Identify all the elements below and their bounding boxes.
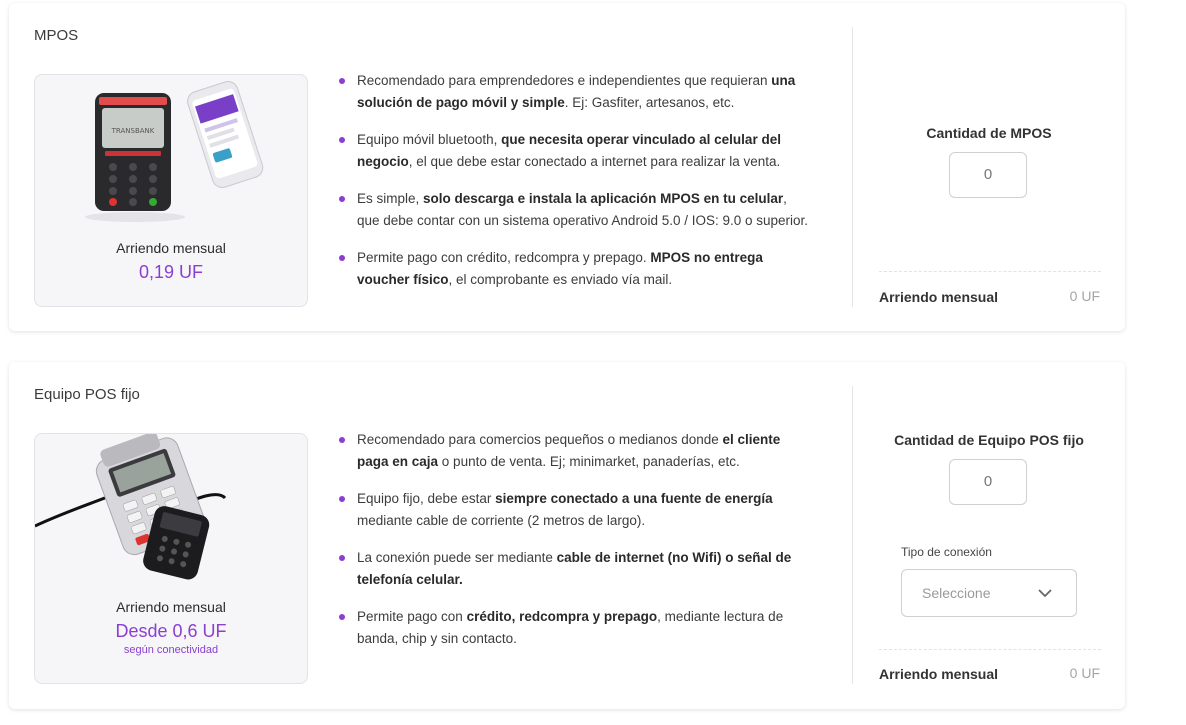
- quantity-label: Cantidad de MPOS: [926, 125, 1052, 141]
- price-value: 0,19 UF: [138, 262, 204, 282]
- price-label: Arriendo mensual: [116, 240, 226, 256]
- product-card-mpos: MPOS TRANSBANK Arriendo mensual 0,19 UF …: [9, 3, 1125, 331]
- total-value: 0 UF: [1069, 665, 1100, 681]
- quantity-input-pos-fijo[interactable]: 0: [949, 459, 1027, 505]
- total-label: Arriendo mensual: [879, 666, 999, 682]
- price-note: según conectividad: [123, 644, 219, 656]
- vertical-divider: [852, 386, 853, 684]
- feature-list: Recomendado para emprendedores e indepen…: [339, 70, 809, 306]
- product-title: MPOS: [34, 27, 79, 44]
- feature-item: Recomendado para emprendedores e indepen…: [339, 70, 809, 114]
- connection-type-select[interactable]: Seleccione: [901, 569, 1077, 617]
- product-image-panel: Arriendo mensual Desde 0,6 UF según cone…: [34, 433, 308, 684]
- product-title: Equipo POS fijo: [34, 386, 140, 403]
- price-label: Arriendo mensual: [116, 599, 226, 615]
- feature-item: Permite pago con crédito, redcompra y pr…: [339, 606, 809, 650]
- mpos-terminal-and-phone-image: TRANSBANK: [85, 81, 264, 222]
- horizontal-divider: [879, 649, 1101, 650]
- connection-type-label: Tipo de conexión: [901, 545, 992, 559]
- quantity-input-mpos[interactable]: 0: [949, 152, 1027, 198]
- feature-item: La conexión puede ser mediante cable de …: [339, 547, 809, 591]
- vertical-divider: [852, 27, 853, 307]
- feature-item: Recomendado para comercios pequeños o me…: [339, 429, 809, 473]
- fixed-pos-terminal-image: [35, 434, 227, 580]
- quantity-label: Cantidad de Equipo POS fijo: [894, 432, 1084, 448]
- feature-list: Recomendado para comercios pequeños o me…: [339, 429, 809, 665]
- chevron-down-icon: [1038, 589, 1052, 598]
- feature-item: Equipo fijo, debe estar siempre conectad…: [339, 488, 809, 532]
- feature-item: Equipo móvil bluetooth, que necesita ope…: [339, 129, 809, 173]
- horizontal-divider: [879, 271, 1101, 272]
- feature-item: Permite pago con crédito, redcompra y pr…: [339, 247, 809, 291]
- select-placeholder: Seleccione: [922, 585, 991, 601]
- feature-item: Es simple, solo descarga e instala la ap…: [339, 188, 809, 232]
- product-image-panel: TRANSBANK Arriendo mensual 0,19 UF: [34, 74, 308, 307]
- svg-text:TRANSBANK: TRANSBANK: [111, 127, 155, 135]
- price-value: Desde 0,6 UF: [115, 621, 227, 641]
- total-value: 0 UF: [1069, 288, 1100, 304]
- total-label: Arriendo mensual: [879, 289, 999, 305]
- product-card-pos-fijo: Equipo POS fijo Arriendo mensual Desde 0…: [9, 362, 1125, 709]
